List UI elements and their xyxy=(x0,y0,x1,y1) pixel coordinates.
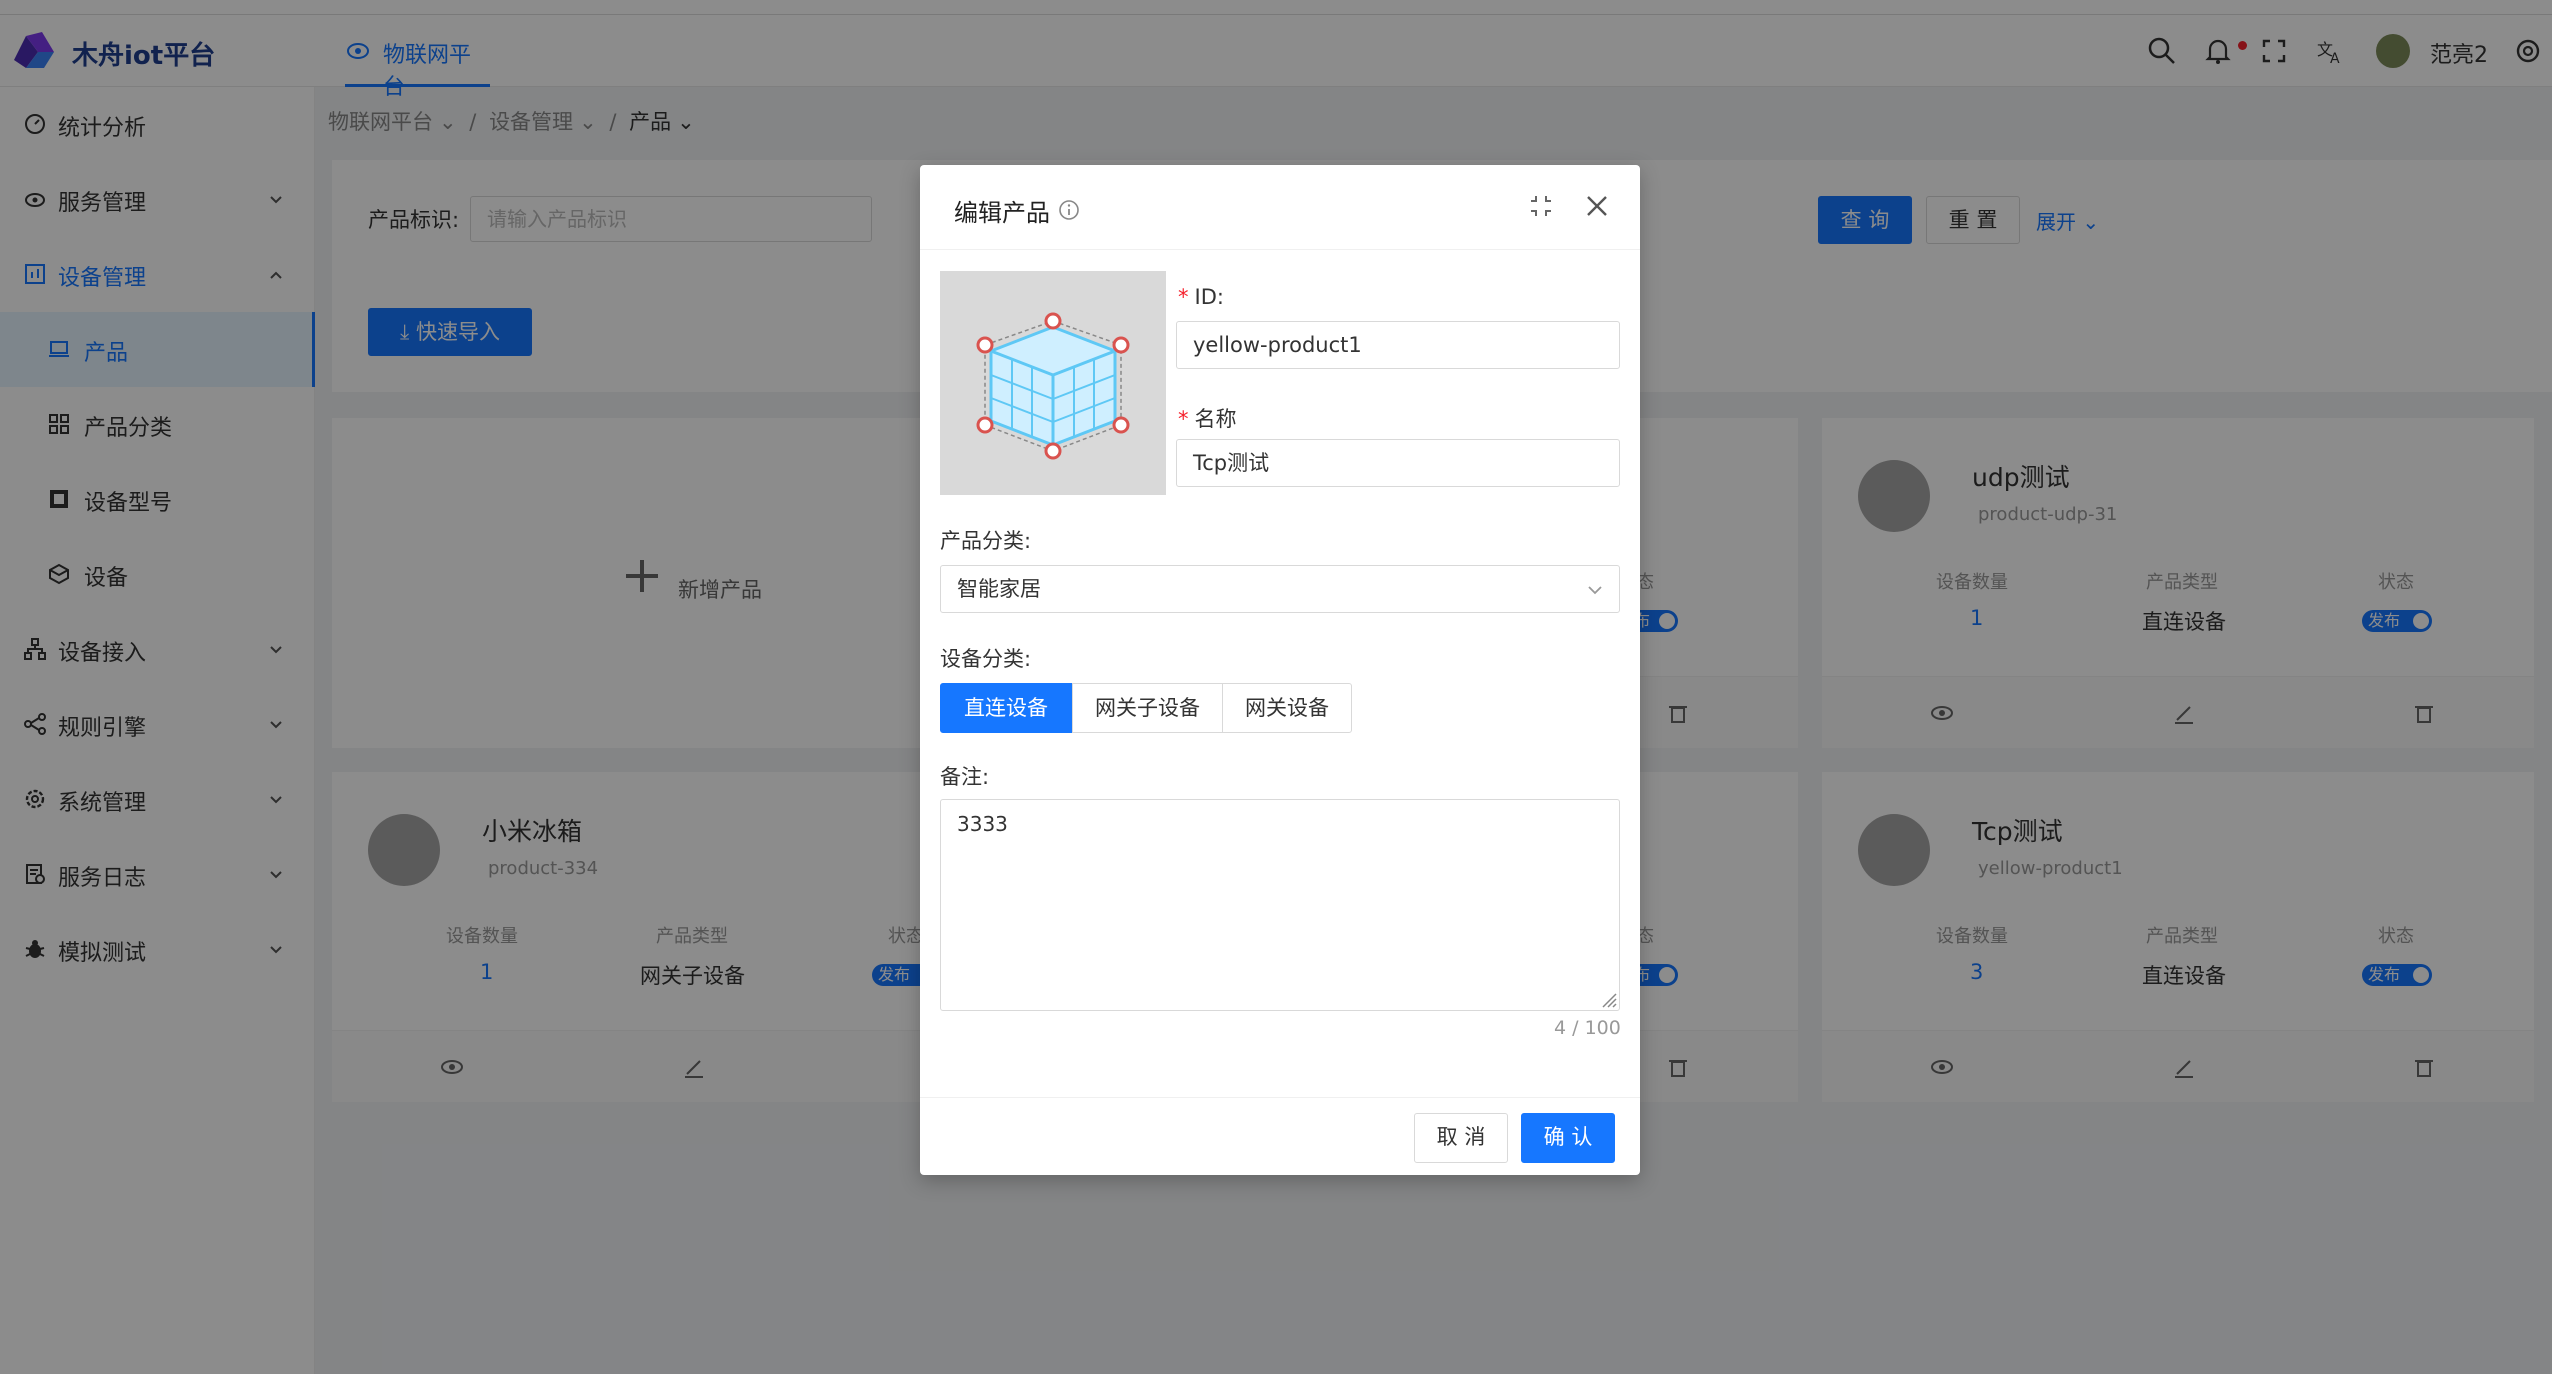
info-icon[interactable] xyxy=(1058,199,1080,221)
required-marker: * xyxy=(1178,285,1189,309)
chevron-down-icon xyxy=(1588,586,1602,595)
remark-textarea[interactable]: 3333 xyxy=(940,799,1620,1011)
product-image[interactable] xyxy=(940,271,1166,495)
device-type-direct[interactable]: 直连设备 xyxy=(940,683,1072,733)
device-type-label: 设备分类: xyxy=(940,647,1032,671)
name-label-text: 名称 xyxy=(1194,407,1237,431)
fullscreen-icon[interactable] xyxy=(1528,193,1554,219)
divider xyxy=(920,249,1640,250)
product-category-value: 智能家居 xyxy=(957,577,1041,601)
char-counter: 4 / 100 xyxy=(1554,1017,1621,1039)
id-label: * ID: xyxy=(1178,285,1224,309)
name-label: * 名称 xyxy=(1178,403,1237,433)
device-type-gateway-sub[interactable]: 网关子设备 xyxy=(1072,683,1223,733)
divider xyxy=(920,1097,1640,1098)
cancel-button[interactable]: 取 消 xyxy=(1414,1113,1508,1163)
device-type-gateway[interactable]: 网关设备 xyxy=(1222,683,1352,733)
product-category-label: 产品分类: xyxy=(940,529,1032,553)
id-field[interactable]: yellow-product1 xyxy=(1176,321,1620,369)
remark-value: 3333 xyxy=(957,812,1008,836)
cube-icon xyxy=(976,312,1130,460)
close-icon[interactable] xyxy=(1584,193,1610,219)
resize-handle-icon[interactable] xyxy=(1599,990,1617,1008)
modal-title: 编辑产品 xyxy=(954,199,1050,227)
product-category-select[interactable]: 智能家居 xyxy=(940,565,1620,613)
confirm-button[interactable]: 确 认 xyxy=(1521,1113,1615,1163)
id-label-text: ID: xyxy=(1194,285,1224,309)
edit-product-modal: 编辑产品 * ID: yellow-product1 * 名称 Tcp测试 产品分类… xyxy=(920,165,1640,1175)
name-field[interactable]: Tcp测试 xyxy=(1176,439,1620,487)
required-marker: * xyxy=(1178,407,1189,431)
remark-label: 备注: xyxy=(940,765,990,789)
